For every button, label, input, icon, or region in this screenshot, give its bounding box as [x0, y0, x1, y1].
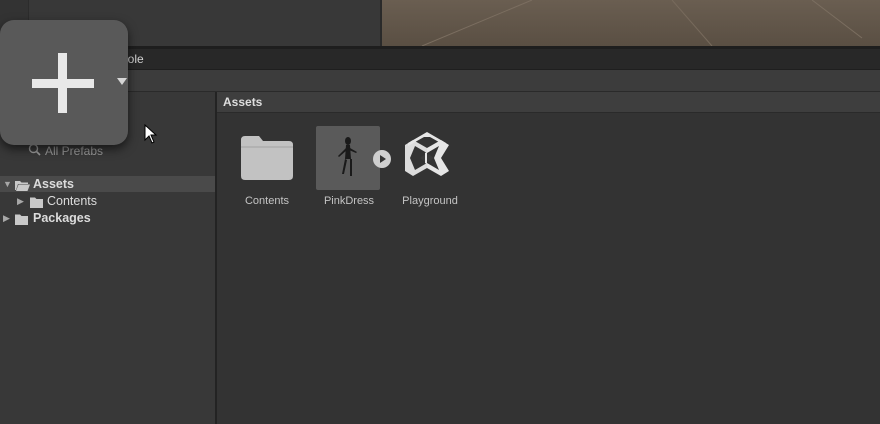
- project-toolbar: [0, 70, 880, 92]
- asset-label: PinkDress: [323, 195, 375, 207]
- tree-item-label: Packages: [33, 211, 91, 225]
- plus-icon: [32, 53, 94, 113]
- tree-item-label: Contents: [47, 194, 98, 208]
- expand-arrow-icon[interactable]: ▼: [3, 176, 12, 192]
- tab-bar: nsole: [0, 49, 880, 70]
- collapse-arrow-icon[interactable]: ▶: [17, 193, 24, 209]
- favorites-label: All Prefabs: [45, 144, 104, 158]
- asset-item-playground[interactable]: Playground: [394, 128, 466, 212]
- mouse-cursor-icon: [144, 124, 158, 144]
- scene-grid-lines: [421, 0, 863, 46]
- asset-item-contents[interactable]: Contents: [234, 128, 300, 212]
- dropdown-caret-icon[interactable]: [116, 76, 128, 88]
- asset-label: Contents: [244, 195, 290, 207]
- collapse-arrow-icon[interactable]: ▶: [3, 210, 10, 226]
- tree-item-packages[interactable]: ▶ Packages: [0, 210, 215, 226]
- search-icon: [28, 143, 41, 160]
- tree-item-label: Assets: [33, 177, 74, 191]
- breadcrumb-bar: Assets: [217, 92, 880, 113]
- tree-item-contents[interactable]: ▶ Contents: [0, 193, 215, 209]
- asset-label: Playground: [402, 195, 458, 207]
- add-button[interactable]: [0, 20, 128, 145]
- favorites-all-prefabs[interactable]: All Prefabs: [28, 143, 103, 159]
- character-figure-icon: [338, 137, 357, 176]
- tree-item-assets[interactable]: ▼ Assets: [0, 176, 215, 192]
- scene-view[interactable]: [382, 0, 880, 46]
- model-thumbnail: [316, 126, 380, 190]
- expand-play-icon[interactable]: [373, 150, 391, 168]
- folder-icon: [15, 213, 28, 229]
- asset-item-pinkdress[interactable]: PinkDress: [313, 126, 391, 212]
- unity-logo-icon: [400, 130, 454, 191]
- breadcrumb-assets[interactable]: Assets: [223, 92, 262, 112]
- folder-icon: [241, 136, 293, 185]
